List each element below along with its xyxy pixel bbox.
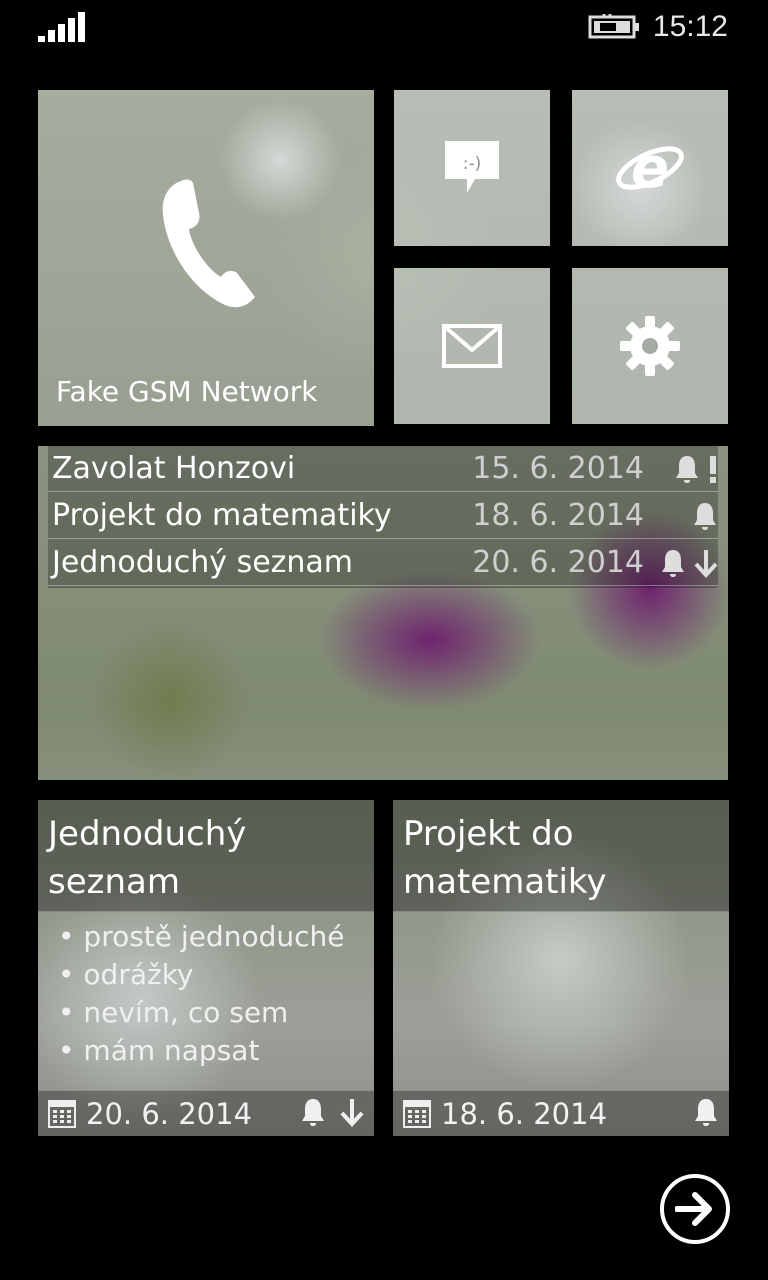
tile-phone-label: Fake GSM Network — [56, 375, 318, 408]
task-date: 18. 6. 2014 — [472, 498, 644, 533]
messaging-smiley-icon: :-) — [445, 141, 499, 193]
task-date: 20. 6. 2014 — [472, 545, 644, 580]
low-priority-arrow-down-icon — [694, 548, 718, 578]
all-apps-arrow-button[interactable] — [660, 1174, 730, 1244]
task-title: Projekt do matematiky — [52, 498, 392, 533]
arrow-right-icon — [675, 1192, 712, 1226]
note-bullet: mám napsat — [58, 1032, 344, 1070]
gear-icon — [620, 316, 680, 376]
bell-icon — [300, 1097, 326, 1131]
low-priority-arrow-down-icon — [340, 1097, 364, 1131]
internet-explorer-icon: e — [616, 136, 684, 201]
tile-note[interactable]: Jednoduchý seznam prostě jednoduché odrá… — [38, 800, 374, 1136]
note-bullet: nevím, co sem — [58, 994, 344, 1032]
clock: 15:12 — [652, 10, 728, 43]
tile-messaging[interactable]: :-) — [394, 90, 550, 246]
signal-bars-icon — [38, 12, 85, 42]
phone-handset-icon — [162, 179, 255, 308]
note-footer: 18. 6. 2014 — [393, 1090, 729, 1136]
note-title: Jednoduchý seznam — [48, 814, 247, 902]
note-footer: 20. 6. 2014 — [38, 1090, 374, 1136]
note-title: Projekt do matematiky — [403, 814, 607, 902]
bell-icon — [692, 501, 718, 531]
note-header: Jednoduchý seznam — [38, 800, 374, 912]
svg-text:e: e — [631, 136, 669, 201]
envelope-icon — [442, 324, 502, 368]
tile-settings[interactable] — [572, 268, 728, 424]
note-flags — [300, 1097, 364, 1131]
tile-internet-explorer[interactable]: e — [572, 90, 728, 246]
task-flags — [654, 501, 718, 531]
high-priority-icon — [708, 454, 718, 484]
bell-icon — [693, 1097, 719, 1131]
task-title: Zavolat Honzovi — [52, 451, 296, 486]
task-title: Jednoduchý seznam — [52, 545, 354, 580]
task-flags — [654, 454, 718, 484]
note-flags — [693, 1097, 719, 1131]
status-bar: 15:12 — [0, 0, 768, 56]
tile-note[interactable]: Projekt do matematiky 18. 6. 2014 — [393, 800, 729, 1136]
note-header: Projekt do matematiky — [393, 800, 729, 912]
task-row[interactable]: Projekt do matematiky 18. 6. 2014 — [48, 493, 718, 539]
task-date: 15. 6. 2014 — [472, 451, 644, 486]
note-bullet: prostě jednoduché — [58, 918, 344, 956]
note-date: 20. 6. 2014 — [86, 1096, 253, 1131]
task-row[interactable]: Zavolat Honzovi 15. 6. 2014 — [48, 446, 718, 492]
tile-phone[interactable]: Fake GSM Network — [38, 90, 374, 426]
note-bullet-list: prostě jednoduché odrážky nevím, co sem … — [58, 918, 344, 1070]
tile-task-list[interactable]: Zavolat Honzovi 15. 6. 2014 Projekt do m… — [38, 446, 728, 780]
task-flags — [654, 548, 718, 578]
tile-mail[interactable] — [394, 268, 550, 424]
note-date: 18. 6. 2014 — [441, 1096, 608, 1131]
bell-icon — [674, 454, 700, 484]
note-bullet: odrážky — [58, 956, 344, 994]
calendar-icon — [48, 1099, 76, 1128]
bell-icon — [660, 548, 686, 578]
calendar-icon — [403, 1099, 431, 1128]
task-row[interactable]: Jednoduchý seznam 20. 6. 2014 — [48, 540, 718, 586]
battery-charging-icon — [588, 14, 639, 39]
svg-text::-): :-) — [463, 154, 482, 174]
